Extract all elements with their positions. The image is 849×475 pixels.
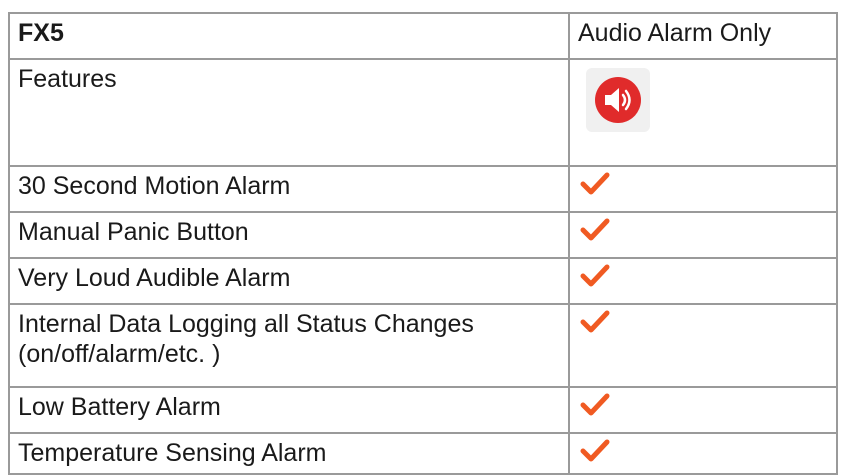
speaker-alarm-icon <box>586 68 650 132</box>
feature-cell: 30 Second Motion Alarm <box>8 165 570 213</box>
table-header-row: FX5 Audio Alarm Only <box>8 12 838 60</box>
feature-cell: Very Loud Audible Alarm <box>8 257 570 305</box>
table-row: 30 Second Motion Alarm <box>8 165 838 213</box>
table-row: Internal Data Logging all Status Changes… <box>8 303 838 388</box>
feature-comparison-table: FX5 Audio Alarm Only Features 30 Second … <box>8 12 838 475</box>
feature-cell: Internal Data Logging all Status Changes… <box>8 303 570 388</box>
included-cell <box>568 211 838 259</box>
feature-cell: Temperature Sensing Alarm <box>8 432 570 475</box>
features-label-cell: Features <box>8 58 570 167</box>
included-cell <box>568 303 838 388</box>
features-row: Features <box>8 58 838 167</box>
checkmark-icon <box>580 309 610 333</box>
included-cell <box>568 386 838 434</box>
features-icon-cell <box>568 58 838 167</box>
table-row: Manual Panic Button <box>8 211 838 259</box>
checkmark-icon <box>580 171 610 195</box>
checkmark-icon <box>580 263 610 287</box>
table-row: Low Battery Alarm <box>8 386 838 434</box>
checkmark-icon <box>580 217 610 241</box>
included-cell <box>568 432 838 475</box>
checkmark-icon <box>580 392 610 416</box>
model-name-cell: FX5 <box>8 12 570 60</box>
option-name-cell: Audio Alarm Only <box>568 12 838 60</box>
feature-cell: Manual Panic Button <box>8 211 570 259</box>
checkmark-icon <box>580 438 610 462</box>
included-cell <box>568 257 838 305</box>
table-row: Very Loud Audible Alarm <box>8 257 838 305</box>
feature-cell: Low Battery Alarm <box>8 386 570 434</box>
table-row: Temperature Sensing Alarm <box>8 432 838 475</box>
included-cell <box>568 165 838 213</box>
